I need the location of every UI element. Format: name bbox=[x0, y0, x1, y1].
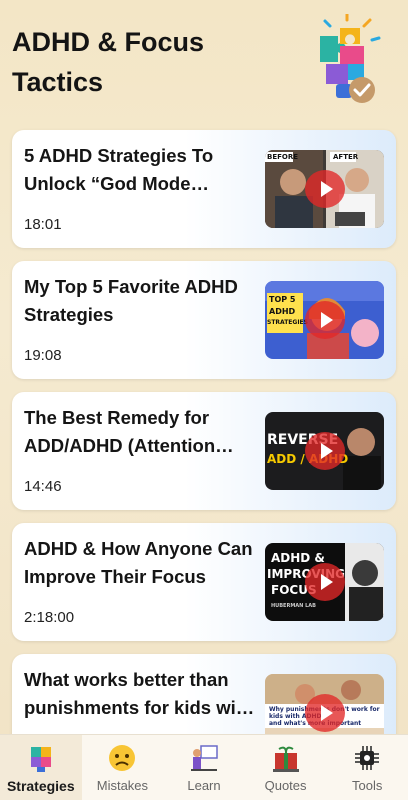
thumb-label: ADHD & bbox=[271, 551, 325, 565]
nav-item-learn[interactable]: Learn bbox=[163, 735, 245, 800]
puzzle-head-icon bbox=[312, 12, 382, 106]
video-card[interactable]: My Top 5 Favorite ADHD Strategies 19:08 … bbox=[12, 261, 396, 379]
video-title: ADHD & How Anyone Can Improve Their Focu… bbox=[24, 538, 253, 587]
nav-item-strategies[interactable]: Strategies bbox=[0, 735, 82, 800]
thumb-label: BEFORE bbox=[267, 153, 299, 161]
nav-label: Quotes bbox=[264, 778, 307, 793]
video-duration: 14:46 bbox=[24, 478, 62, 495]
play-icon[interactable] bbox=[305, 563, 345, 601]
video-duration: 19:08 bbox=[24, 347, 62, 364]
video-card[interactable]: 5 ADHD Strategies To Unlock “God Mode Pr… bbox=[12, 130, 396, 248]
nav-label: Learn bbox=[187, 778, 221, 793]
bottom-navigation: Strategies Mistakes Learn Quotes Tools bbox=[0, 734, 408, 800]
nav-label: Mistakes bbox=[96, 778, 149, 793]
play-icon[interactable] bbox=[305, 432, 345, 470]
play-icon[interactable] bbox=[305, 301, 345, 339]
nav-item-quotes[interactable]: Quotes bbox=[245, 735, 327, 800]
video-title: My Top 5 Favorite ADHD Strategies bbox=[24, 276, 238, 325]
puzzle-brain-icon bbox=[26, 743, 56, 773]
app-header: ADHD & Focus Tactics bbox=[0, 0, 408, 120]
video-duration: 18:01 bbox=[24, 216, 62, 233]
thumb-label: AFTER bbox=[333, 153, 359, 161]
video-thumbnail[interactable]: REVERSE ADD / ADHD bbox=[265, 412, 384, 490]
nav-item-mistakes[interactable]: Mistakes bbox=[82, 735, 164, 800]
thumb-label: STRATEGIES bbox=[267, 319, 308, 326]
video-thumbnail[interactable]: BEFORE AFTER bbox=[265, 150, 384, 228]
thumb-label: ADHD bbox=[269, 307, 296, 316]
nav-label: Tools bbox=[351, 778, 383, 793]
video-duration: 2:18:00 bbox=[24, 609, 75, 626]
play-icon[interactable] bbox=[305, 694, 345, 732]
thumb-label: TOP 5 bbox=[269, 295, 296, 304]
video-title: The Best Remedy for ADD/ADHD (Attention … bbox=[24, 407, 216, 456]
video-thumbnail[interactable]: ADHD & IMPROVING FOCUS HUBERMAN LAB bbox=[265, 543, 384, 621]
nav-item-tools[interactable]: Tools bbox=[326, 735, 408, 800]
thumb-label: HUBERMAN LAB bbox=[271, 603, 316, 609]
play-icon[interactable] bbox=[305, 170, 345, 208]
page-title: ADHD & Focus Tactics bbox=[12, 27, 205, 97]
gift-books-icon bbox=[271, 743, 301, 773]
video-thumbnail[interactable]: TOP 5 ADHD STRATEGIES bbox=[265, 281, 384, 359]
video-title: What works better than punishments for k… bbox=[24, 669, 254, 718]
video-card[interactable]: ADHD & How Anyone Can Improve Their Focu… bbox=[12, 523, 396, 641]
worried-face-icon bbox=[107, 743, 137, 773]
video-title: 5 ADHD Strategies To Unlock “God Mode Pr… bbox=[24, 145, 214, 194]
nav-label: Strategies bbox=[6, 778, 75, 794]
ai-chip-icon bbox=[352, 743, 382, 773]
teacher-board-icon bbox=[189, 743, 219, 773]
video-card[interactable]: The Best Remedy for ADD/ADHD (Attention … bbox=[12, 392, 396, 510]
